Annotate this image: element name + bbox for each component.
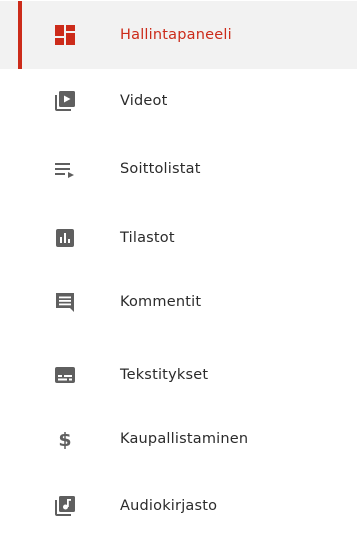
- sidebar-item-label: Kaupallistaminen: [120, 431, 249, 447]
- comment-icon: [54, 291, 76, 313]
- sidebar-item-label: Hallintapaneeli: [120, 27, 232, 43]
- sidebar-item-label: Soittolistat: [120, 161, 201, 177]
- sidebar-item-label: Audiokirjasto: [120, 498, 218, 514]
- dollar-icon: $: [54, 428, 76, 450]
- playlist-icon: [54, 158, 76, 180]
- subtitles-icon: [54, 364, 76, 386]
- sidebar-item-comments[interactable]: Kommentit: [0, 268, 357, 336]
- active-indicator: [18, 1, 22, 69]
- sidebar-item-label: Tilastot: [120, 230, 175, 246]
- sidebar-item-audio-library[interactable]: Audiokirjasto: [0, 472, 357, 540]
- sidebar-item-label: Videot: [120, 93, 168, 109]
- dashboard-icon: [54, 24, 76, 46]
- analytics-icon: [54, 227, 76, 249]
- audio-library-icon: [54, 495, 76, 517]
- sidebar-item-dashboard[interactable]: Hallintapaneeli: [0, 1, 357, 69]
- studio-sidebar: Hallintapaneeli Videot Soittolistat Tila…: [0, 0, 357, 522]
- sidebar-item-label: Kommentit: [120, 294, 202, 310]
- sidebar-item-subtitles[interactable]: Tekstitykset: [0, 341, 357, 409]
- sidebar-item-playlists[interactable]: Soittolistat: [0, 135, 357, 203]
- sidebar-item-analytics[interactable]: Tilastot: [0, 204, 357, 272]
- video-library-icon: [54, 90, 76, 112]
- svg-text:$: $: [58, 429, 71, 450]
- sidebar-item-label: Tekstitykset: [120, 367, 209, 383]
- sidebar-item-monetization[interactable]: $ Kaupallistaminen: [0, 405, 357, 473]
- sidebar-item-videos[interactable]: Videot: [0, 67, 357, 135]
